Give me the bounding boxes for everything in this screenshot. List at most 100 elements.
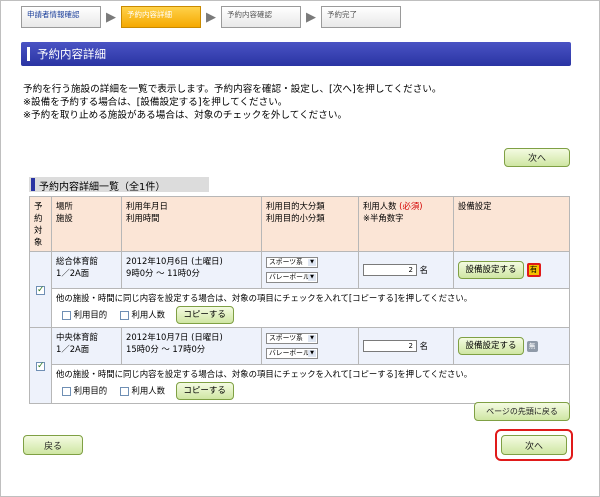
- date-cell: 2012年10月6日 (土曜日) 9時0分 ～ 11時0分: [121, 251, 262, 289]
- use-date: 2012年10月6日 (土曜日): [126, 256, 223, 266]
- copy-people-checkbox[interactable]: [119, 386, 129, 396]
- select-value: スポーツ系: [269, 334, 303, 342]
- header-text: 対象: [34, 225, 43, 247]
- people-unit: 名: [419, 264, 429, 275]
- intro-text: 予約を行う施設の詳細を一覧で表示します。予約内容を確認・設定し、[次へ]を押して…: [23, 83, 441, 122]
- table-header-row: 予約 対象 場所施設 利用年月日利用時間 利用目的大分類 利用目的小分類 利用人数 …: [29, 196, 570, 252]
- next-button-top[interactable]: 次へ: [504, 148, 570, 167]
- place-name: 中央体育館: [56, 332, 98, 342]
- use-time: 9時0分 ～ 11時0分: [126, 268, 200, 278]
- copy-option-label: 利用目的: [73, 309, 108, 320]
- step-label: 予約内容確認: [227, 10, 272, 19]
- select-value: バレーボール: [269, 273, 310, 281]
- select-value: スポーツ系: [269, 258, 303, 266]
- people-unit: 名: [419, 340, 429, 351]
- chevron-down-icon: ▼: [308, 350, 316, 357]
- header-text: ※半角数字: [363, 213, 404, 223]
- purpose-cell: スポーツ系 ▼ バレーボール ▼: [261, 251, 359, 289]
- step-applicant-info: 申請者情報確認: [21, 6, 101, 28]
- header-people: 利用人数 (必須) ※半角数字: [358, 196, 454, 252]
- header-text: 利用年月日: [126, 201, 168, 211]
- back-to-top-button[interactable]: ページの先頭に戻る: [474, 402, 570, 421]
- reserve-checkbox[interactable]: [36, 360, 45, 372]
- copy-people-checkbox[interactable]: [119, 310, 129, 320]
- people-input[interactable]: 2: [363, 340, 417, 353]
- copy-row: 他の施設・時間に同じ内容を設定する場合は、対象の項目にチェックを入れて[コピーす…: [30, 288, 570, 328]
- facility-name: 1／2A面: [56, 268, 90, 278]
- header-text: 利用時間: [126, 213, 160, 223]
- row-checkbox-cell: [29, 251, 52, 328]
- use-time: 15時0分 ～ 17時0分: [126, 344, 206, 354]
- step-label: 予約完了: [327, 10, 357, 19]
- step-arrow-icon: ▶: [106, 9, 116, 25]
- chevron-down-icon: ▼: [308, 274, 316, 281]
- page-frame: 申請者情報確認 ▶ 予約内容詳細 ▶ 予約内容確認 ▶ 予約完了 予約内容詳細 …: [0, 0, 600, 497]
- section-title: 予約内容詳細一覧（全1件）: [29, 177, 209, 193]
- select-value: バレーボール: [269, 349, 310, 357]
- step-reservation-detail: 予約内容詳細: [121, 6, 201, 28]
- purpose-major-select[interactable]: スポーツ系 ▼: [266, 257, 318, 268]
- header-target: 予約 対象: [29, 196, 52, 252]
- step-reservation-complete: 予約完了: [321, 6, 401, 28]
- header-text: 施設: [56, 213, 73, 223]
- people-input[interactable]: 2: [363, 264, 417, 277]
- header-text: 設備設定: [458, 201, 492, 211]
- required-mark: (必須): [399, 201, 423, 211]
- header-text: 利用人数: [363, 201, 397, 211]
- facility-name: 1／2A面: [56, 344, 90, 354]
- step-label: 申請者情報確認: [27, 10, 80, 19]
- step-label: 予約内容詳細: [127, 10, 172, 19]
- copy-button[interactable]: コピーする: [175, 306, 234, 324]
- copy-button[interactable]: コピーする: [175, 382, 234, 400]
- purpose-major-select[interactable]: スポーツ系 ▼: [266, 333, 318, 344]
- next-button-bottom[interactable]: 次へ: [501, 435, 567, 455]
- purpose-cell: スポーツ系 ▼ バレーボール ▼: [261, 327, 359, 365]
- people-cell: 2 名: [358, 327, 454, 365]
- copy-cell: 他の施設・時間に同じ内容を設定する場合は、対象の項目にチェックを入れて[コピーす…: [51, 364, 570, 404]
- table-row: 中央体育館 1／2A面 2012年10月7日 (日曜日) 15時0分 ～ 17時…: [29, 327, 570, 404]
- people-cell: 2 名: [358, 251, 454, 289]
- header-purpose: 利用目的大分類 利用目的小分類: [261, 196, 359, 252]
- copy-option-label: 利用目的: [73, 385, 108, 396]
- copy-instructions: 他の施設・時間に同じ内容を設定する場合は、対象の項目にチェックを入れて[コピーす…: [56, 369, 473, 379]
- purpose-minor-select[interactable]: バレーボール ▼: [266, 272, 318, 283]
- copy-purpose-checkbox[interactable]: [62, 310, 71, 320]
- copy-purpose-checkbox[interactable]: [62, 386, 71, 396]
- equipment-setting-button[interactable]: 設備設定する: [458, 261, 524, 279]
- reserve-checkbox[interactable]: [36, 284, 45, 296]
- header-text: 利用目的大分類: [266, 201, 325, 211]
- step-reservation-confirm: 予約内容確認: [221, 6, 301, 28]
- copy-cell: 他の施設・時間に同じ内容を設定する場合は、対象の項目にチェックを入れて[コピーす…: [51, 288, 570, 328]
- equipment-cell: 設備設定する 有: [453, 251, 570, 289]
- chevron-down-icon: ▼: [308, 335, 316, 342]
- header-text: 予約: [34, 201, 43, 223]
- header-text: 場所: [56, 201, 73, 211]
- back-button[interactable]: 戻る: [23, 435, 83, 455]
- intro-line: 予約を行う施設の詳細を一覧で表示します。予約内容を確認・設定し、[次へ]を押して…: [23, 84, 442, 95]
- copy-row: 他の施設・時間に同じ内容を設定する場合は、対象の項目にチェックを入れて[コピーす…: [30, 364, 570, 404]
- equipment-status-badge: 有: [526, 263, 541, 277]
- copy-option-label: 利用人数: [131, 385, 166, 396]
- place-cell: 中央体育館 1／2A面: [51, 327, 122, 365]
- intro-line: ※予約を取り止める施設がある場合は、対象のチェックを外してください。: [23, 110, 348, 121]
- equipment-cell: 設備設定する 無: [453, 327, 570, 365]
- step-arrow-icon: ▶: [306, 9, 316, 25]
- purpose-minor-select[interactable]: バレーボール ▼: [266, 348, 318, 359]
- use-date: 2012年10月7日 (日曜日): [126, 332, 223, 342]
- place-name: 総合体育館: [56, 256, 98, 266]
- step-arrow-icon: ▶: [206, 9, 216, 25]
- step-progress: 申請者情報確認 ▶ 予約内容詳細 ▶ 予約内容確認 ▶ 予約完了: [21, 6, 401, 30]
- table-row: 総合体育館 1／2A面 2012年10月6日 (土曜日) 9時0分 ～ 11時0…: [29, 251, 570, 328]
- page-title: 予約内容詳細: [21, 42, 571, 66]
- header-place: 場所 施設: [51, 196, 122, 252]
- equipment-setting-button[interactable]: 設備設定する: [458, 337, 524, 355]
- copy-options: 利用目的 利用人数 コピーする: [56, 382, 565, 400]
- copy-options: 利用目的 利用人数 コピーする: [56, 306, 565, 324]
- reservation-table: 予約 対象 場所施設 利用年月日利用時間 利用目的大分類 利用目的小分類 利用人数 …: [29, 196, 570, 404]
- copy-option-label: 利用人数: [131, 309, 166, 320]
- place-cell: 総合体育館 1／2A面: [51, 251, 122, 289]
- copy-instructions: 他の施設・時間に同じ内容を設定する場合は、対象の項目にチェックを入れて[コピーす…: [56, 293, 473, 303]
- header-equipment: 設備設定: [453, 196, 570, 252]
- header-text: 利用目的小分類: [266, 213, 325, 223]
- chevron-down-icon: ▼: [308, 259, 316, 266]
